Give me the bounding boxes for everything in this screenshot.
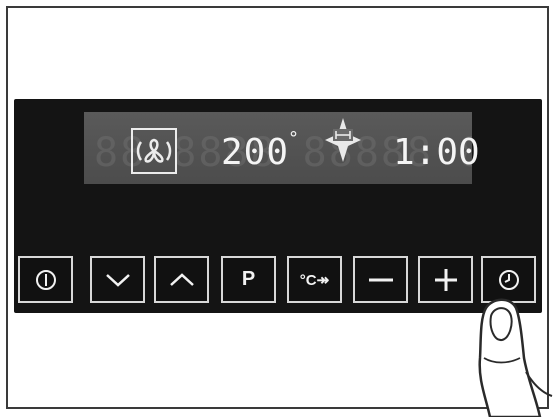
temperature-readout: 200 — [221, 132, 290, 173]
program-button-label: P — [241, 268, 256, 290]
power-icon — [35, 269, 56, 290]
time-readout: 1:00 — [393, 132, 480, 173]
down-button[interactable] — [90, 256, 145, 303]
minus-button[interactable] — [353, 256, 408, 303]
chevron-up-icon — [169, 272, 194, 286]
fast-heat-button-label: °C↠ — [299, 271, 330, 289]
star-heat-icon — [325, 118, 361, 162]
fast-heat-button[interactable]: °C↠ — [287, 256, 342, 303]
pointing-finger-illustration — [478, 298, 553, 417]
minus-icon — [368, 278, 393, 281]
plus-button[interactable] — [418, 256, 473, 303]
chevron-down-icon — [105, 273, 130, 287]
plus-icon — [434, 268, 457, 291]
up-button[interactable] — [154, 256, 209, 303]
degree-symbol: ° — [289, 128, 298, 149]
fan-icon — [136, 138, 172, 163]
fan-mode-indicator — [131, 128, 177, 174]
program-button[interactable]: P — [221, 256, 276, 303]
power-button[interactable] — [18, 256, 73, 303]
